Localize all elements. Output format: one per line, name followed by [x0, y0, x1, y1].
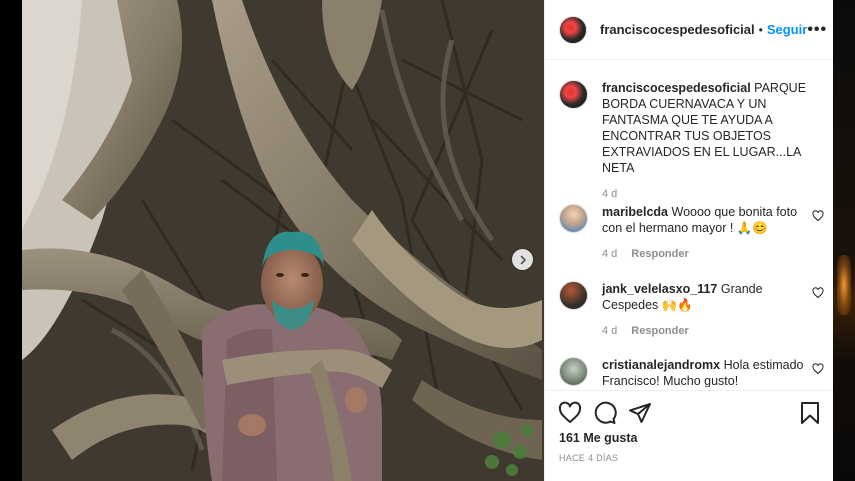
caption-text: PARQUE BORDA CUERNAVACA Y UN FANTASMA QU… [602, 81, 807, 175]
separator-dot: • [758, 22, 763, 37]
heart-icon[interactable] [558, 401, 582, 425]
comment-age[interactable]: 4 d [602, 325, 617, 337]
post-actions: 161 Me gusta HACE 4 DÍAS [545, 390, 834, 481]
caption-username[interactable]: franciscocespedesoficial [602, 81, 751, 95]
follow-button[interactable]: Seguir [767, 22, 807, 37]
chevron-right-icon [520, 255, 526, 264]
post-date[interactable]: HACE 4 DÍAS [559, 453, 618, 463]
next-image-button[interactable] [512, 249, 533, 270]
comment-item: maribelcda Woooo que bonita foto con el … [559, 204, 824, 262]
comment-like-icon[interactable] [812, 363, 824, 375]
post-header: franciscocespedesoficial • Seguir ••• [545, 0, 833, 60]
like-count[interactable]: 161 Me gusta [559, 431, 638, 445]
comment-bubble-icon[interactable] [593, 401, 617, 425]
comment-like-icon[interactable] [812, 210, 824, 222]
comment-item: jank_velelasxo_117 Grande Cespedes 🙌🔥 4 … [559, 281, 824, 339]
author-avatar[interactable] [559, 15, 587, 44]
commenter-avatar[interactable] [559, 281, 588, 310]
more-options-icon[interactable]: ••• [807, 21, 827, 39]
bookmark-icon[interactable] [798, 401, 822, 425]
comments-list[interactable]: franciscocespedesoficial PARQUE BORDA CU… [545, 61, 834, 387]
comment-username[interactable]: cristianalejandromx [602, 358, 720, 372]
caption: franciscocespedesoficial PARQUE BORDA CU… [559, 80, 824, 202]
commenter-avatar[interactable] [559, 204, 588, 233]
paper-plane-icon[interactable] [628, 401, 652, 425]
comment-age[interactable]: 4 d [602, 248, 617, 260]
reply-button[interactable]: Responder [631, 248, 688, 260]
author-username[interactable]: franciscocespedesoficial [600, 22, 755, 37]
reply-button[interactable]: Responder [631, 325, 688, 337]
post-sidebar: franciscocespedesoficial • Seguir ••• fr… [544, 0, 834, 481]
caption-age[interactable]: 4 d [602, 188, 617, 200]
comment-like-icon[interactable] [812, 287, 824, 299]
comment-item: cristianalejandromx Hola estimado Franci… [559, 357, 824, 387]
background-strip [833, 0, 855, 481]
caption-avatar[interactable] [559, 80, 588, 109]
post-image [22, 0, 544, 481]
comment-username[interactable]: maribelcda [602, 205, 668, 219]
commenter-avatar[interactable] [559, 357, 588, 386]
post-photo[interactable] [22, 0, 544, 481]
comment-username[interactable]: jank_velelasxo_117 [602, 282, 717, 296]
